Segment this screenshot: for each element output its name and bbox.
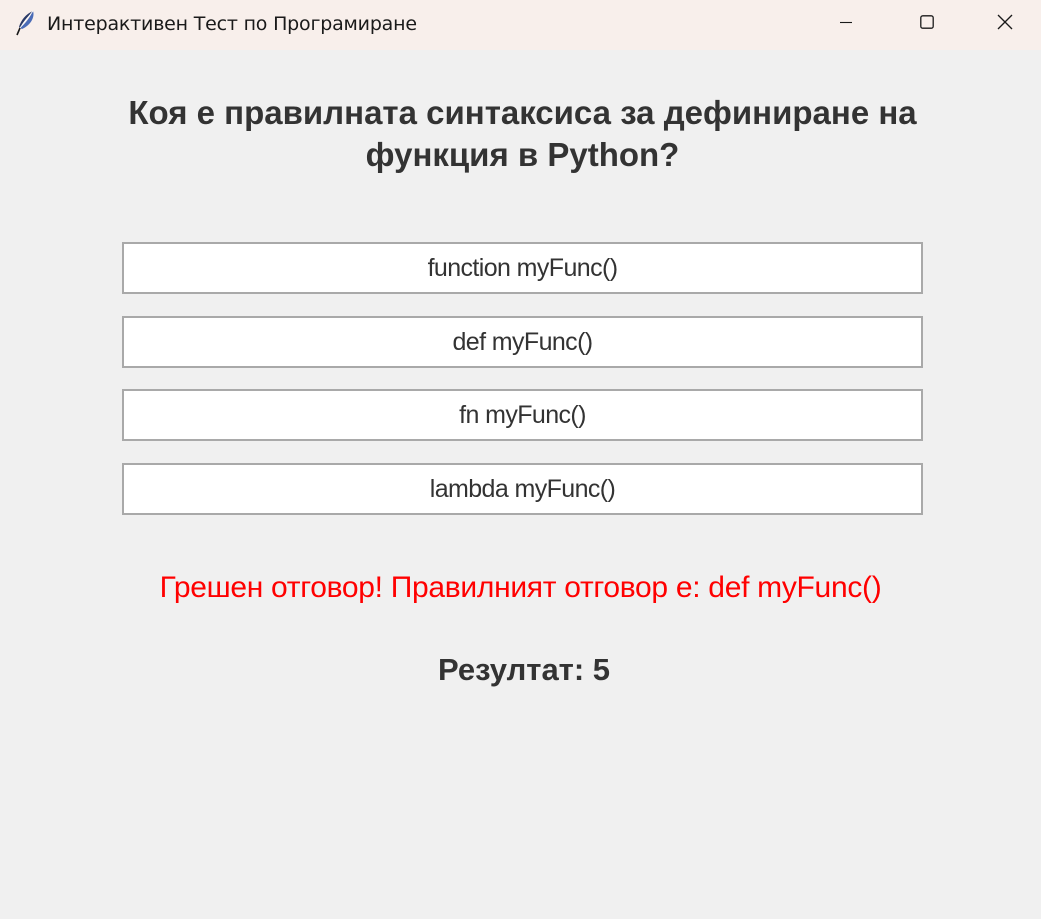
close-icon: [997, 14, 1013, 35]
maximize-button[interactable]: [887, 0, 967, 48]
title-bar[interactable]: Интерактивен Тест по Програмиране: [0, 0, 1041, 50]
close-button[interactable]: [968, 0, 1041, 48]
score-label: Резултат: 5: [437, 652, 611, 687]
answer-option-button[interactable]: def myFunc(): [122, 316, 923, 368]
feather-icon: [14, 9, 38, 37]
app-window: Интерактивен Тест по Програмиране Коя е …: [0, 0, 1041, 919]
minimize-icon: [839, 15, 853, 34]
feedback-message: Грешен отговор! Правилният отговор е: de…: [159, 571, 882, 604]
maximize-icon: [920, 14, 934, 34]
answer-option-button[interactable]: lambda myFunc(): [122, 463, 923, 515]
minimize-button[interactable]: [806, 0, 886, 48]
question-text: Коя е правилната синтаксиса за дефиниран…: [128, 94, 917, 173]
answer-option-button[interactable]: function myFunc(): [122, 242, 923, 294]
answer-option-button[interactable]: fn myFunc(): [122, 389, 923, 441]
window-title: Интерактивен Тест по Програмиране: [47, 13, 417, 35]
